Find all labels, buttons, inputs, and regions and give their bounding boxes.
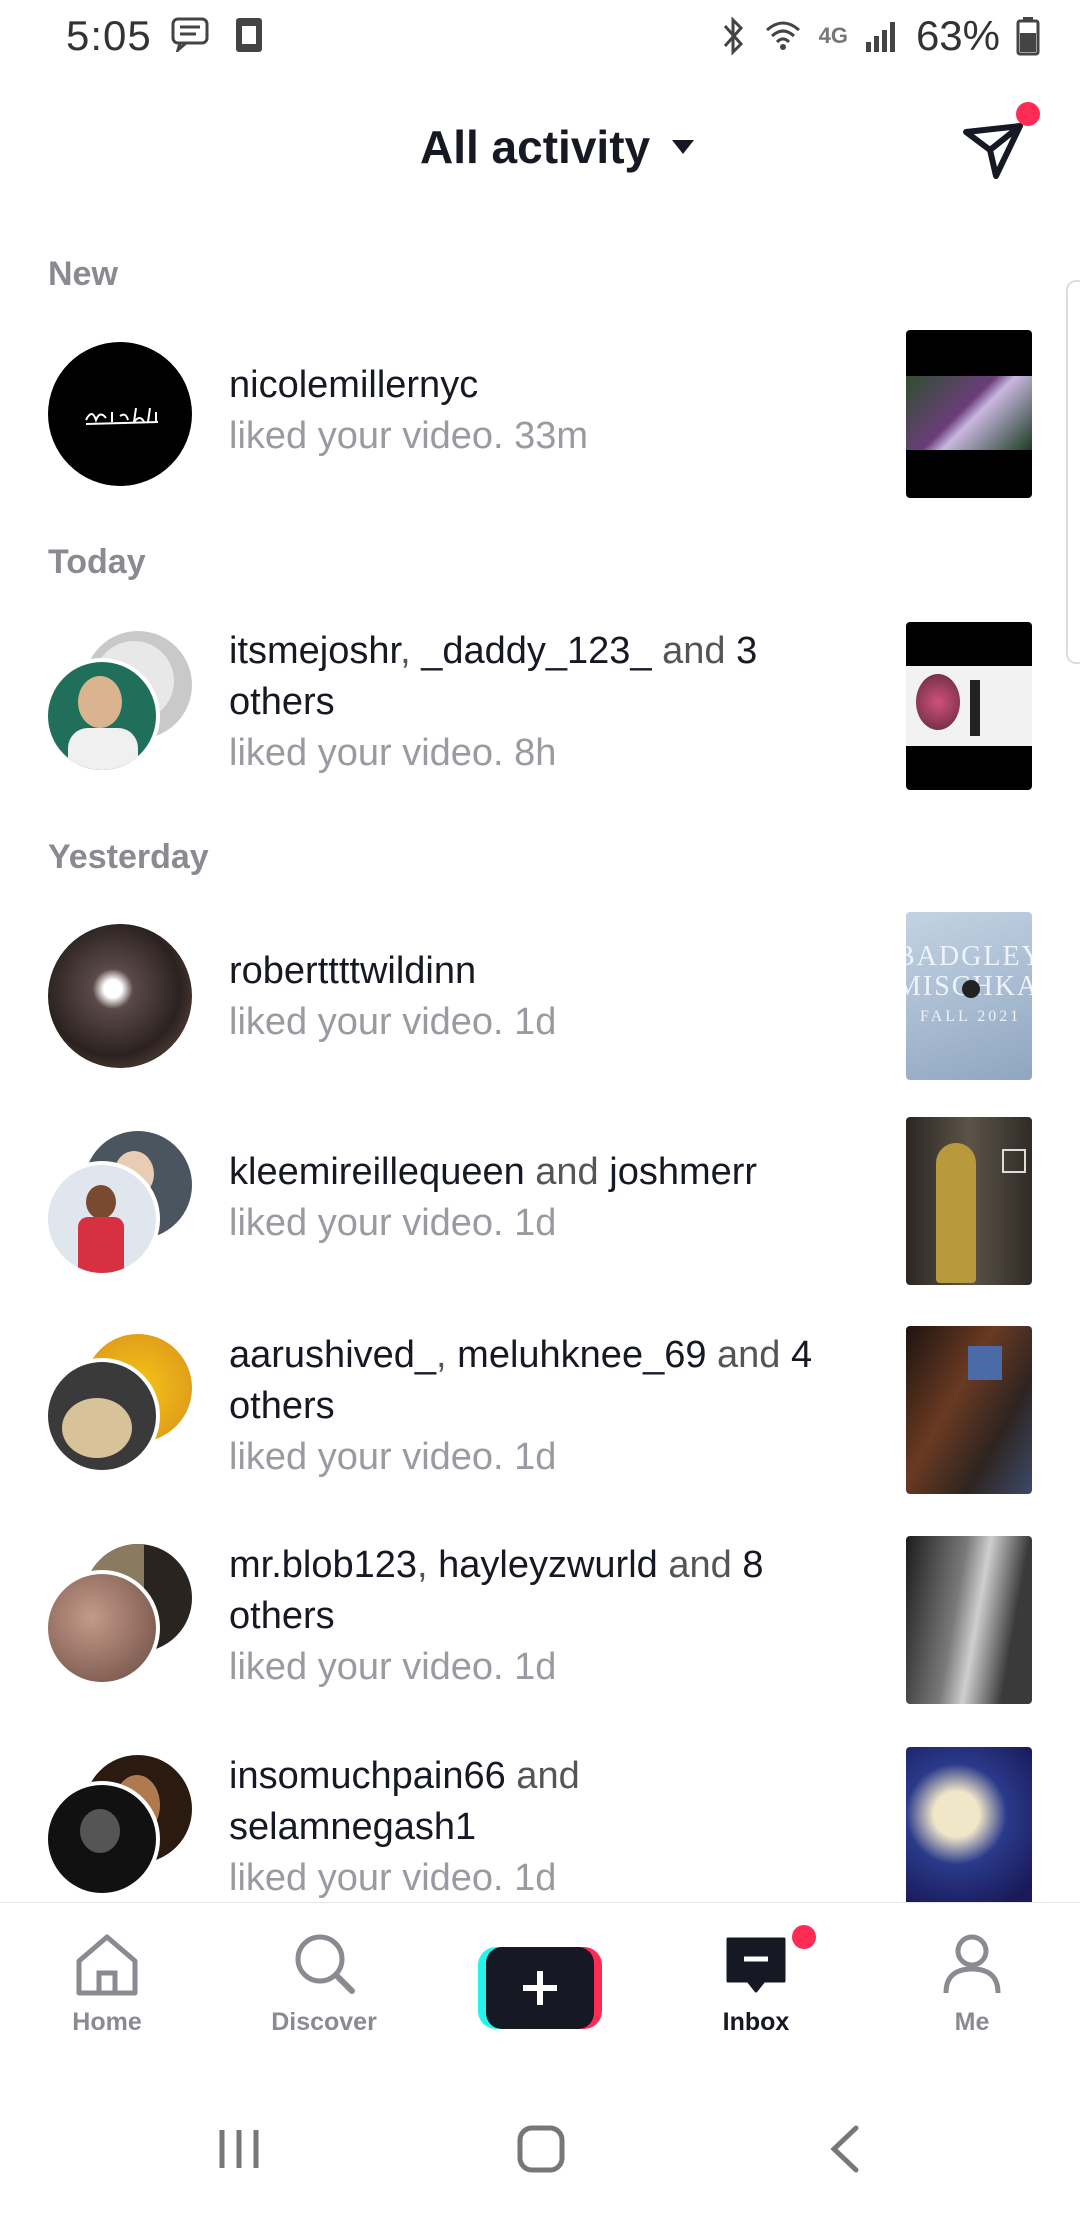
username[interactable]: hayleyzwurld bbox=[438, 1544, 658, 1586]
activity-text: liked your video. bbox=[229, 1001, 504, 1043]
nav-label-home: Home bbox=[72, 2008, 142, 2036]
page-title: All activity bbox=[420, 121, 651, 173]
nav-label-discover: Discover bbox=[271, 2008, 377, 2036]
notification-row[interactable]: roberttttwildinn liked your video. 1d BA… bbox=[0, 912, 1080, 1082]
sim-card-icon bbox=[236, 18, 262, 52]
network-type: 4G bbox=[818, 23, 848, 48]
status-bar: 5:05 4G 63% bbox=[0, 0, 1080, 72]
bottom-nav: Home Discover Inbox Me bbox=[0, 1902, 1080, 2063]
notification-row[interactable]: kleemireillequeen and joshmerr liked you… bbox=[0, 1117, 1080, 1287]
activity-text: liked your video. bbox=[229, 1202, 504, 1244]
profile-icon bbox=[943, 1934, 1001, 1994]
nav-home[interactable]: Home bbox=[37, 1931, 177, 2037]
timestamp: 33m bbox=[514, 415, 589, 457]
timestamp: 1d bbox=[514, 1857, 557, 1899]
video-thumbnail[interactable]: BADGLEY MISCHKA FALL 2021 bbox=[906, 912, 1032, 1080]
notification-row[interactable]: itsmejoshr, _daddy_123_ and 3 others lik… bbox=[0, 622, 1080, 792]
clock: 5:05 bbox=[66, 12, 152, 59]
activity-text: liked your video. bbox=[229, 732, 504, 774]
activity-text: liked your video. bbox=[229, 1436, 504, 1478]
nav-discover[interactable]: Discover bbox=[254, 1931, 394, 2037]
timestamp: 1d bbox=[514, 1646, 557, 1688]
notification-row[interactable]: insomuchpain66 and selamnegash1 liked yo… bbox=[0, 1747, 1080, 1902]
timestamp: 1d bbox=[514, 1436, 557, 1478]
video-thumbnail[interactable] bbox=[906, 1536, 1032, 1704]
avatar[interactable] bbox=[44, 658, 160, 774]
username[interactable]: kleemireillequeen bbox=[229, 1151, 525, 1193]
video-thumbnail[interactable] bbox=[906, 1117, 1032, 1285]
home-icon bbox=[76, 1934, 138, 1996]
notification-row[interactable]: aarushived_, meluhknee_69 and 4 others l… bbox=[0, 1326, 1080, 1496]
recent-apps-icon[interactable] bbox=[216, 2126, 262, 2172]
create-video-button[interactable] bbox=[478, 1947, 602, 2029]
direct-messages-icon[interactable] bbox=[958, 114, 1030, 186]
username[interactable]: roberttttwildinn bbox=[229, 950, 476, 992]
username[interactable]: aarushived_ bbox=[229, 1334, 436, 1376]
home-system-icon[interactable] bbox=[516, 2124, 566, 2174]
video-thumbnail[interactable] bbox=[906, 1326, 1032, 1494]
nav-me[interactable]: Me bbox=[902, 1931, 1042, 2037]
username[interactable]: mr.blob123 bbox=[229, 1544, 417, 1586]
back-icon[interactable] bbox=[826, 2124, 862, 2174]
activity-text: liked your video. bbox=[229, 1646, 504, 1688]
timestamp: 1d bbox=[514, 1001, 557, 1043]
activity-text: liked your video. bbox=[229, 415, 504, 457]
system-nav-bar bbox=[0, 2062, 1080, 2220]
username[interactable]: itsmejoshr bbox=[229, 630, 400, 672]
section-header-yesterday: Yesterday bbox=[48, 838, 209, 876]
avatar[interactable] bbox=[44, 1570, 160, 1686]
nav-label-inbox: Inbox bbox=[722, 2008, 790, 2036]
username[interactable]: meluhknee_69 bbox=[457, 1334, 706, 1376]
username[interactable]: joshmerr bbox=[609, 1151, 757, 1193]
battery-percent: 63% bbox=[915, 12, 1000, 59]
pause-icon bbox=[962, 980, 980, 998]
notification-row[interactable]: mr.blob123, hayleyzwurld and 8 others li… bbox=[0, 1536, 1080, 1706]
timestamp: 8h bbox=[514, 732, 557, 774]
avatar[interactable] bbox=[44, 1358, 160, 1474]
message-icon bbox=[171, 17, 209, 52]
username[interactable]: _daddy_123_ bbox=[421, 630, 651, 672]
nav-label-me: Me bbox=[954, 2008, 990, 2036]
battery-icon bbox=[1016, 17, 1040, 56]
header: All activity bbox=[0, 108, 1080, 192]
thumbnail-season-text: FALL 2021 bbox=[920, 1008, 1022, 1025]
avatar[interactable] bbox=[48, 342, 192, 486]
bluetooth-icon bbox=[723, 16, 743, 56]
section-header-new: New bbox=[48, 255, 118, 293]
messages-notification-dot bbox=[1016, 102, 1040, 126]
avatar[interactable] bbox=[44, 1781, 160, 1897]
username[interactable]: nicolemillernyc bbox=[229, 364, 478, 406]
caret-down-icon bbox=[672, 140, 695, 154]
activity-filter-dropdown[interactable]: All activity bbox=[420, 120, 696, 174]
inbox-icon bbox=[726, 1937, 786, 1993]
notification-row[interactable]: nicolemillernyc liked your video. 33m bbox=[0, 330, 1080, 500]
inbox-notification-dot bbox=[792, 1925, 816, 1949]
username[interactable]: selamnegash1 bbox=[229, 1806, 476, 1848]
video-thumbnail[interactable] bbox=[906, 1747, 1032, 1902]
search-icon bbox=[295, 1934, 355, 1994]
activity-text: liked your video. bbox=[229, 1857, 504, 1899]
video-thumbnail[interactable] bbox=[906, 330, 1032, 498]
avatar[interactable] bbox=[44, 1161, 160, 1277]
avatar[interactable] bbox=[48, 924, 192, 1068]
timestamp: 1d bbox=[514, 1202, 557, 1244]
signal-icon bbox=[865, 22, 895, 52]
section-header-today: Today bbox=[48, 543, 146, 581]
video-thumbnail[interactable] bbox=[906, 622, 1032, 790]
nicole-miller-logo-icon bbox=[85, 407, 159, 425]
username[interactable]: insomuchpain66 bbox=[229, 1755, 506, 1797]
wifi-icon bbox=[765, 21, 800, 50]
